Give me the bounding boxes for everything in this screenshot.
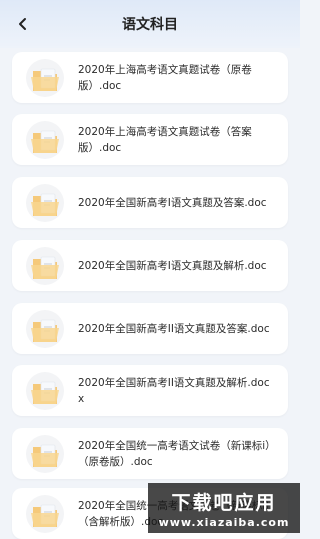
file-card[interactable]: 2020年全国新高考II语文真题及答案.doc — [12, 303, 288, 354]
file-card[interactable]: 2020年全国新高考II语文真题及解析.docx — [12, 365, 288, 416]
folder-document-icon — [26, 310, 64, 348]
file-name: 2020年全国新高考II语文真题及答案.doc — [78, 322, 270, 335]
file-card[interactable]: 2020年上海高考语文真题试卷（原卷版）.doc — [12, 52, 288, 103]
folder-document-icon — [26, 184, 64, 222]
file-name: 2020年全国新高考I语文真题及答案.doc — [78, 196, 267, 209]
file-name: 2020年上海高考语文真题试卷（原卷版）.doc — [78, 63, 252, 92]
file-name: 2020年上海高考语文真题试卷（答案版）.doc — [78, 125, 252, 154]
folder-document-icon — [26, 495, 64, 533]
folder-document-icon — [26, 59, 64, 97]
folder-document-icon — [26, 372, 64, 410]
file-card[interactable]: 2020年上海高考语文真题试卷（答案版）.doc — [12, 114, 288, 165]
folder-document-icon — [26, 435, 64, 473]
file-card[interactable]: 2020年全国统一高考语文试卷（新课标i）（原卷版）.doc — [12, 428, 288, 479]
file-name: 2020年全国统一高考语文试卷（新课标i）（原卷版）.doc — [78, 439, 271, 468]
file-card[interactable]: 2020年全国新高考I语文真题及答案.doc — [12, 177, 288, 228]
page-title: 语文科目 — [122, 17, 178, 33]
watermark-url: www.xiazaiba.com — [158, 515, 290, 529]
watermark-title: 下载吧应用 — [171, 491, 277, 514]
top-bar: 语文科目 — [0, 0, 300, 48]
file-name: 2020年全国新高考II语文真题及解析.docx — [78, 376, 270, 405]
file-card[interactable]: 2020年全国新高考I语文真题及解析.doc — [12, 240, 288, 291]
watermark: 下载吧应用 www.xiazaiba.com — [148, 483, 300, 533]
folder-document-icon — [26, 247, 64, 285]
file-name: 2020年全国新高考I语文真题及解析.doc — [78, 259, 267, 272]
folder-document-icon — [26, 121, 64, 159]
